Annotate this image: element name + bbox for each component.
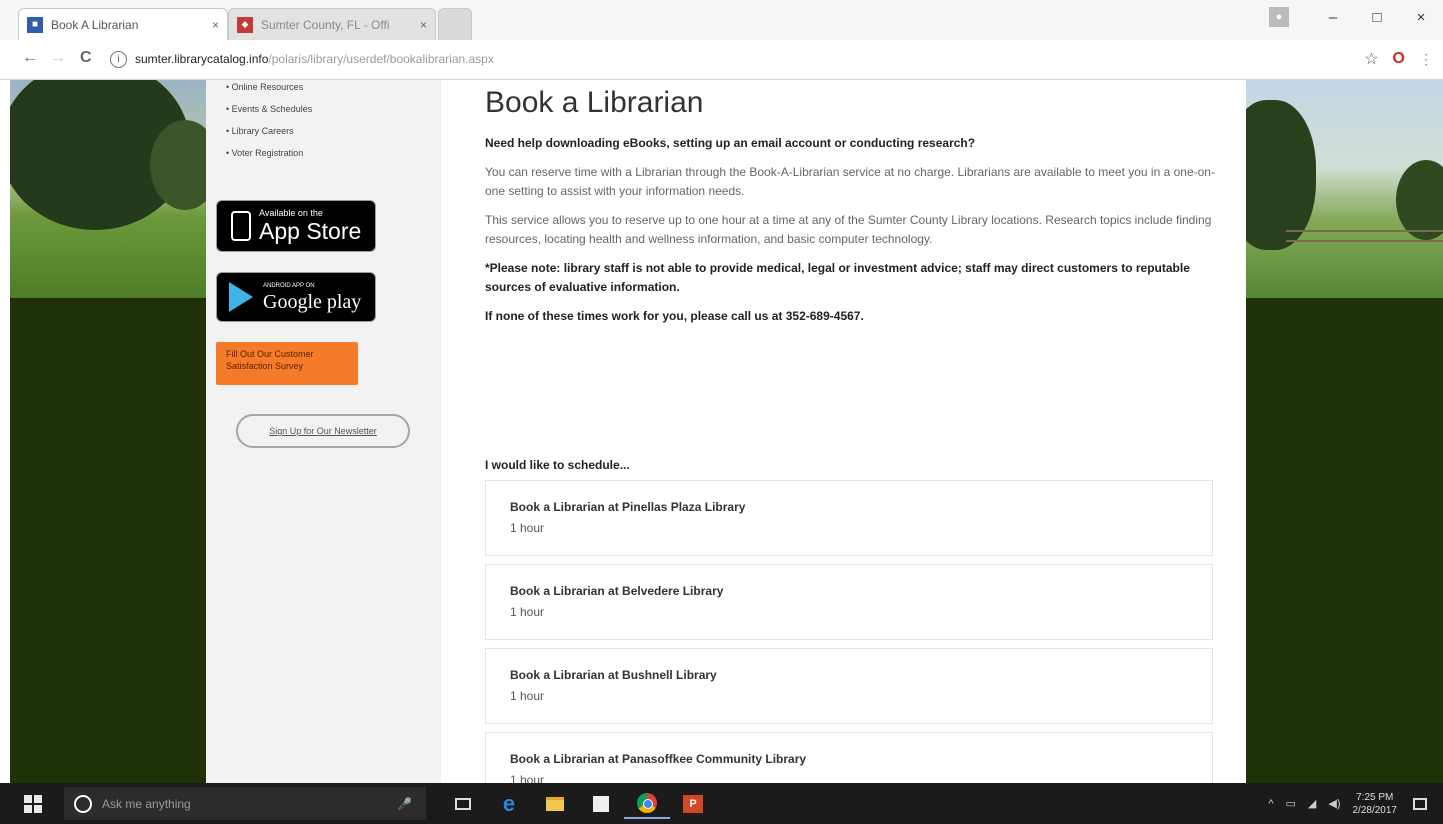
sidebar-link-library-careers[interactable]: Library Careers [226,120,312,142]
cortana-circle-icon [74,794,92,813]
service-name: Book a Librarian at Pinellas Plaza Libra… [510,500,746,514]
header-landscape-right [1226,80,1443,298]
browser-menu-icon[interactable]: ⋮ [1419,51,1433,68]
battery-network-icon[interactable]: ▭ [1286,797,1296,810]
intro-question: Need help downloading eBooks, setting up… [485,136,976,150]
main-content: Book a Librarian Need help downloading e… [441,80,1246,783]
call-us-text: If none of these times work for you, ple… [485,309,864,323]
system-clock[interactable]: 7:25 PM 2/28/2017 [1353,791,1398,817]
tree-shape [1396,160,1443,240]
service-name: Book a Librarian at Bushnell Library [510,668,717,682]
edge-button[interactable]: e [486,788,532,819]
google-play-small-text: ANDROID APP ON [263,283,315,289]
customer-survey-button[interactable]: Fill Out Our Customer Satisfaction Surve… [216,342,358,385]
tab-book-a-librarian[interactable]: ■ Book A Librarian × [18,8,228,40]
tab-title: Book A Librarian [51,17,139,32]
reload-button[interactable]: C [80,49,92,67]
new-tab-button[interactable] [438,8,472,40]
windows-taskbar: Ask me anything 🎤 e P ^ ▭ ◢ ◀) 7:25 PM 2… [0,783,1443,824]
opera-extension-icon[interactable]: O [1393,50,1405,68]
system-tray: ^ ▭ ◢ ◀) 7:25 PM 2/28/2017 [1268,783,1443,824]
address-bar[interactable]: i sumter.librarycatalog.info /polaris/li… [110,46,1350,72]
advice-note: *Please note: library staff is not able … [485,261,1190,294]
powerpoint-icon: P [683,794,703,813]
newsletter-signup-button[interactable]: Sign Up for Our Newsletter [236,414,410,448]
sidebar-link-events-schedules[interactable]: Events & Schedules [226,98,313,120]
tab-title: Sumter County, FL - Offi [261,17,390,32]
app-store-small-text: Available on the [259,208,323,218]
service-card-belvedere[interactable]: Book a Librarian at Belvedere Library 1 … [485,564,1213,640]
powerpoint-button[interactable]: P [670,788,716,819]
service-card-bushnell[interactable]: Book a Librarian at Bushnell Library 1 h… [485,648,1213,724]
sidebar-link-list: Online Resources Events & Schedules Libr… [226,80,313,164]
site-info-icon[interactable]: i [110,50,127,68]
browser-toolbar: ← → C i sumter.librarycatalog.info /pola… [0,40,1443,80]
tab-close-icon[interactable]: × [420,18,427,32]
google-play-big-text: Google play [263,291,362,313]
search-placeholder: Ask me anything [102,796,191,811]
service-name: Book a Librarian at Belvedere Library [510,584,724,598]
back-button[interactable]: ← [22,49,38,67]
sidebar-link-online-resources[interactable]: Online Resources [226,80,312,98]
close-window-button[interactable]: × [1399,6,1443,28]
chrome-icon [637,792,657,813]
store-bag-icon [593,795,609,812]
forward-button[interactable]: → [50,49,66,67]
clock-time: 7:25 PM [1356,791,1394,803]
service-details: This service allows you to reserve up to… [485,213,1212,246]
service-card-panasoffkee[interactable]: Book a Librarian at Panasoffkee Communit… [485,732,1213,783]
chrome-button[interactable] [624,788,670,819]
file-explorer-button[interactable] [532,788,578,819]
window-controls: ● – □ × [1269,6,1443,28]
windows-start-icon[interactable] [24,795,42,813]
service-duration: 1 hour [510,605,545,619]
store-button[interactable] [578,788,624,819]
service-duration: 1 hour [510,521,545,535]
tray-chevron-icon[interactable]: ^ [1268,798,1273,810]
minimize-button[interactable]: – [1311,6,1355,28]
sidebar-link-voter-registration[interactable]: Voter Registration [226,142,312,164]
service-card-pinellas-plaza[interactable]: Book a Librarian at Pinellas Plaza Libra… [485,480,1213,556]
tab-close-icon[interactable]: × [212,18,219,32]
left-sidebar: Online Resources Events & Schedules Libr… [206,80,441,783]
library-favicon-icon: ■ [27,16,43,33]
url-domain: sumter.librarycatalog.info [135,52,269,66]
edge-icon: e [502,790,516,816]
wifi-icon[interactable]: ◢ [1308,797,1316,810]
clock-date: 2/28/2017 [1352,804,1398,816]
service-description: You can reserve time with a Librarian th… [485,165,1215,198]
schedule-label: I would like to schedule... [485,458,630,472]
cortana-search-box[interactable]: Ask me anything 🎤 [64,787,426,820]
header-landscape-left [10,80,220,298]
browser-tab-bar: ■ Book A Librarian × ◆ Sumter County, FL… [0,0,1443,40]
maximize-button[interactable]: □ [1355,6,1399,28]
app-store-badge[interactable]: Available on the App Store [216,200,376,252]
play-triangle-icon [229,282,253,312]
taskbar-apps: e P [440,788,716,819]
profile-icon[interactable]: ● [1269,7,1289,27]
county-favicon-icon: ◆ [237,16,253,33]
action-center-icon[interactable] [1413,797,1427,810]
fence-shape [1286,230,1443,242]
microphone-icon[interactable]: 🎤 [397,797,412,811]
web-page: Online Resources Events & Schedules Libr… [10,80,1443,783]
task-view-icon [455,797,471,810]
google-play-badge[interactable]: ANDROID APP ON Google play [216,272,376,322]
service-name: Book a Librarian at Panasoffkee Communit… [510,752,807,766]
volume-icon[interactable]: ◀) [1328,797,1340,810]
bookmark-star-icon[interactable]: ☆ [1364,49,1378,69]
service-duration: 1 hour [510,773,545,783]
url-path: /polaris/library/userdef/bookalibrarian.… [268,52,494,66]
page-title: Book a Librarian [485,86,704,119]
tab-sumter-county[interactable]: ◆ Sumter County, FL - Offi × [228,8,436,40]
app-store-big-text: App Store [259,218,362,244]
folder-icon [546,796,564,811]
service-duration: 1 hour [510,689,545,703]
task-view-button[interactable] [440,788,486,819]
phone-icon [231,211,251,241]
